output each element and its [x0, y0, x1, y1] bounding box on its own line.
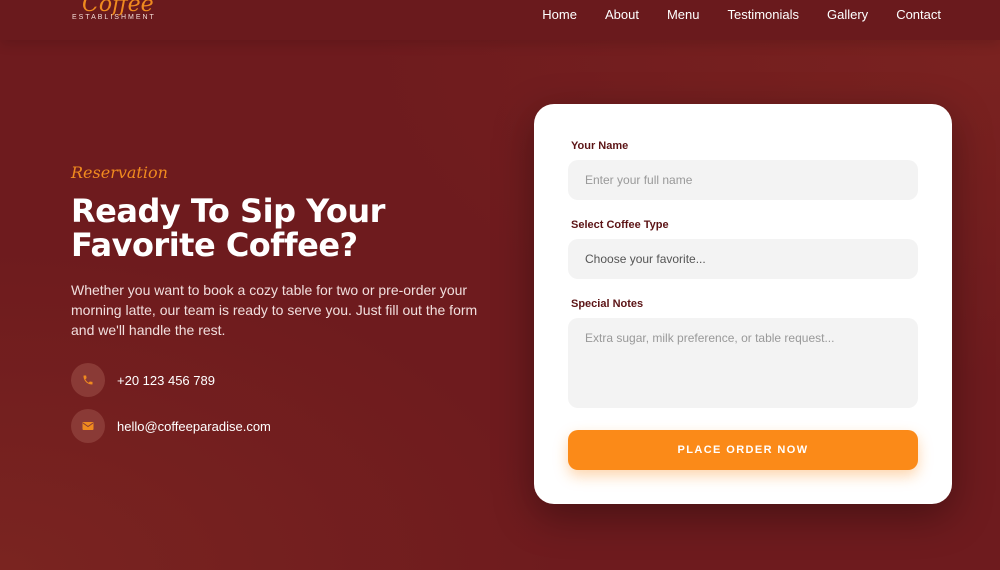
nav-about[interactable]: About [605, 7, 639, 22]
main-nav: Home About Menu Testimonials Gallery Con… [542, 7, 941, 22]
brand-logo[interactable]: Coffee ESTABLISHMENT [72, 0, 162, 21]
reservation-form: Your Name Enter your full name Select Co… [534, 104, 952, 504]
brand-tagline: ESTABLISHMENT [72, 14, 156, 21]
nav-home[interactable]: Home [542, 7, 577, 22]
section-eyebrow: Reservation [71, 163, 168, 182]
place-order-button[interactable]: PLACE ORDER NOW [568, 430, 918, 470]
nav-testimonials[interactable]: Testimonials [727, 7, 799, 22]
phone-icon [71, 363, 105, 397]
nav-menu[interactable]: Menu [667, 7, 700, 22]
name-input[interactable]: Enter your full name [568, 160, 918, 200]
phone-number[interactable]: +20 123 456 789 [117, 373, 215, 388]
envelope-icon [71, 409, 105, 443]
intro-description: Whether you want to book a cozy table fo… [71, 282, 478, 338]
coffee-type-select[interactable]: Choose your favorite... [568, 239, 918, 279]
headline-line-1: Ready To Sip Your [71, 192, 385, 230]
nav-contact[interactable]: Contact [896, 7, 941, 22]
top-navigation-bar: Coffee ESTABLISHMENT Home About Menu Tes… [0, 0, 1000, 40]
coffee-type-label: Select Coffee Type [571, 219, 669, 231]
reservation-intro: Reservation Ready To Sip Your Favorite C… [71, 163, 501, 340]
headline-line-2: Favorite Coffee? [71, 226, 358, 264]
page-title: Ready To Sip Your Favorite Coffee? [71, 194, 501, 262]
nav-gallery[interactable]: Gallery [827, 7, 868, 22]
notes-label: Special Notes [571, 298, 644, 310]
contact-email: hello@coffeeparadise.com [71, 409, 271, 443]
contact-phone: +20 123 456 789 [71, 363, 215, 397]
notes-textarea[interactable]: Extra sugar, milk preference, or table r… [568, 318, 918, 408]
name-label: Your Name [571, 140, 629, 152]
email-address[interactable]: hello@coffeeparadise.com [117, 419, 271, 434]
